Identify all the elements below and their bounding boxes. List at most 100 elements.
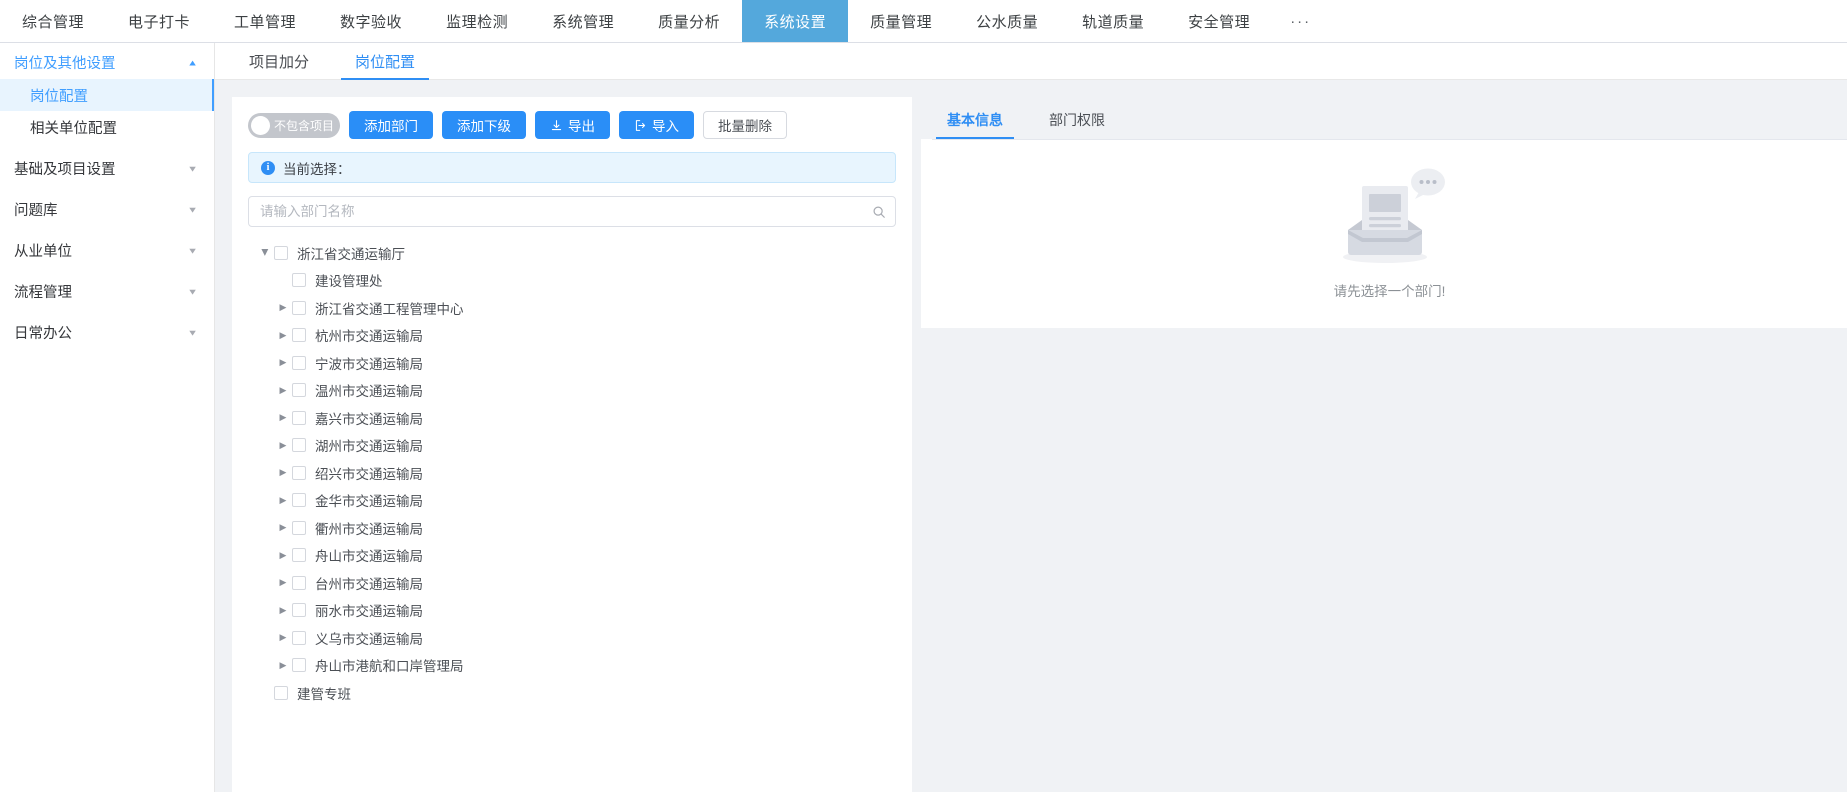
caret-right-icon[interactable]: ▶ [274,577,292,588]
tree-node-checkbox[interactable] [292,410,306,425]
tree-node-checkbox[interactable] [292,520,306,535]
tab-department-permissions[interactable]: 部门权限 [1034,110,1120,139]
tree-node-7[interactable]: ▶ 湖州市交通运输局 [248,432,896,460]
tree-node-checkbox[interactable] [292,355,306,370]
tree-node-checkbox[interactable] [292,548,306,563]
sidebar-item-label: 岗位配置 [30,88,88,105]
export-button[interactable]: 导出 [535,111,610,139]
caret-right-icon[interactable]: ▶ [274,522,292,533]
tab-project-bonus[interactable]: 项目加分 [235,51,323,79]
search-input[interactable] [248,196,896,227]
sidebar-group-daily-office[interactable]: 日常办公 ▼ [0,317,214,348]
caret-right-icon[interactable]: ▶ [274,357,292,368]
topnav-label: 电子打卡 [128,13,191,31]
caret-down-icon[interactable]: ▶ [260,244,271,262]
tree-node-4[interactable]: ▶ 宁波市交通运输局 [248,349,896,377]
topnav-label: 数字验收 [340,13,403,31]
tree-node-checkbox[interactable] [292,438,306,453]
sidebar-item-related-unit-config[interactable]: 相关单位配置 [0,111,214,143]
sidebar-group-question-bank[interactable]: 问题库 ▼ [0,194,214,225]
tree-node-11[interactable]: ▶ 舟山市交通运输局 [248,542,896,570]
tree-node-2[interactable]: ▶ 浙江省交通工程管理中心 [248,294,896,322]
tree-node-checkbox[interactable] [292,493,306,508]
tree-node-checkbox[interactable] [292,658,306,673]
topnav-item-4[interactable]: 监理检测 [424,0,530,42]
main-content: 项目加分 岗位配置 不包含项目 添加部门 添加下级 导出 导入 批量删除 i 当… [215,43,1847,792]
sidebar-group-basic-project-settings[interactable]: 基础及项目设置 ▼ [0,153,214,184]
caret-right-icon[interactable]: ▶ [274,302,292,313]
tree-node-14[interactable]: ▶ 义乌市交通运输局 [248,624,896,652]
topnav-item-5[interactable]: 系统管理 [530,0,636,42]
batch-delete-button[interactable]: 批量删除 [703,111,787,139]
tree-node-checkbox[interactable] [274,245,288,260]
tree-node-label: 义乌市交通运输局 [315,631,423,647]
sidebar-item-position-config[interactable]: 岗位配置 [0,79,214,111]
tree-node-13[interactable]: ▶ 丽水市交通运输局 [248,597,896,625]
tree-node-3[interactable]: ▶ 杭州市交通运输局 [248,322,896,350]
tree-node-checkbox[interactable] [292,603,306,618]
tree-node-label: 舟山市交通运输局 [315,549,423,565]
tree-node-6[interactable]: ▶ 嘉兴市交通运输局 [248,404,896,432]
tree-node-checkbox[interactable] [292,273,306,288]
tree-node-checkbox[interactable] [292,383,306,398]
caret-right-icon[interactable]: ▶ [274,660,292,671]
caret-right-icon[interactable]: ▶ [274,412,292,423]
add-child-department-button[interactable]: 添加下级 [442,111,526,139]
sidebar-group-process-management[interactable]: 流程管理 ▼ [0,276,214,307]
empty-inbox-icon [1342,168,1445,263]
topnav-item-10[interactable]: 轨道质量 [1060,0,1166,42]
tree-node-checkbox[interactable] [292,300,306,315]
tree-node-checkbox[interactable] [292,328,306,343]
tab-basic-info[interactable]: 基本信息 [932,110,1018,139]
caret-right-icon[interactable]: ▶ [274,330,292,341]
caret-right-icon[interactable]: ▶ [274,467,292,478]
topnav-item-11[interactable]: 安全管理 [1166,0,1272,42]
chevron-down-icon: ▼ [187,164,198,173]
button-label: 批量删除 [718,119,772,134]
caret-right-icon[interactable]: ▶ [274,632,292,643]
tree-node-8[interactable]: ▶ 绍兴市交通运输局 [248,459,896,487]
tree-node-checkbox[interactable] [292,630,306,645]
tree-node-checkbox[interactable] [292,575,306,590]
tab-position-config[interactable]: 岗位配置 [341,51,430,80]
sidebar-group-position-settings[interactable]: 岗位及其他设置 ▲ [0,46,214,79]
tree-node-checkbox[interactable] [274,685,288,700]
add-department-button[interactable]: 添加部门 [349,111,433,139]
button-label: 导入 [652,119,679,134]
topnav-item-1[interactable]: 电子打卡 [106,0,212,42]
tree-node-16[interactable]: ▶ 建管专班 [248,679,896,707]
sidebar-group-practitioner-unit[interactable]: 从业单位 ▼ [0,235,214,266]
download-icon [551,119,562,130]
topnav-item-system-settings[interactable]: 系统设置 [742,0,849,42]
topnav-item-2[interactable]: 工单管理 [212,0,318,42]
tree-node-label: 浙江省交通运输厅 [297,246,405,262]
caret-right-icon[interactable]: ▶ [274,495,292,506]
tree-node-0[interactable]: ▶ 浙江省交通运输厅 [248,239,896,267]
topnav-item-6[interactable]: 质量分析 [636,0,742,42]
tree-node-9[interactable]: ▶ 金华市交通运输局 [248,487,896,515]
topnav-overflow-button[interactable]: ··· [1272,0,1329,42]
topnav-item-0[interactable]: 综合管理 [0,0,106,42]
tree-node-label: 金华市交通运输局 [315,494,423,510]
tree-toolbar: 不包含项目 添加部门 添加下级 导出 导入 批量删除 [248,111,896,139]
tree-node-label: 舟山市港航和口岸管理局 [315,659,464,675]
caret-right-icon[interactable]: ▶ [274,605,292,616]
topnav-item-9[interactable]: 公水质量 [954,0,1060,42]
tree-node-1[interactable]: ▶ 建设管理处 [248,267,896,295]
tree-node-10[interactable]: ▶ 衢州市交通运输局 [248,514,896,542]
topnav-item-3[interactable]: 数字验收 [318,0,424,42]
tree-node-checkbox[interactable] [292,465,306,480]
tree-node-5[interactable]: ▶ 温州市交通运输局 [248,377,896,405]
caret-right-icon[interactable]: ▶ [274,440,292,451]
tree-node-15[interactable]: ▶ 舟山市港航和口岸管理局 [248,652,896,680]
import-button[interactable]: 导入 [619,111,694,139]
caret-right-icon[interactable]: ▶ [274,385,292,396]
search-icon[interactable] [872,205,886,219]
caret-right-icon[interactable]: ▶ [274,550,292,561]
tree-node-label: 建设管理处 [315,274,383,290]
topnav-item-8[interactable]: 质量管理 [848,0,954,42]
tree-node-12[interactable]: ▶ 台州市交通运输局 [248,569,896,597]
include-project-toggle[interactable]: 不包含项目 [248,112,340,138]
